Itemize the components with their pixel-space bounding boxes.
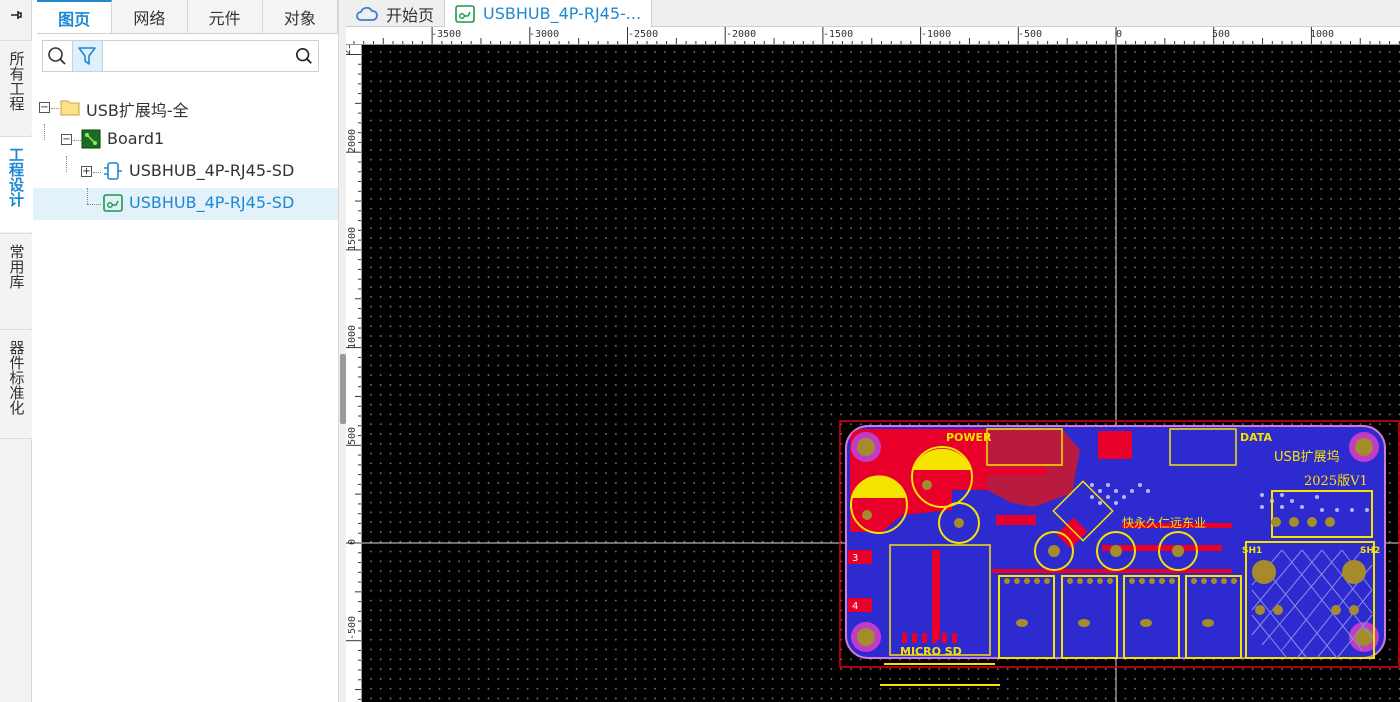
tab-components[interactable]: 元件 [188, 0, 263, 33]
ruler-label: -500 [347, 615, 358, 640]
document-tabs: 开始页 USBHUB_4P-RJ45-... [346, 0, 1400, 27]
collapse-icon[interactable]: − [61, 134, 72, 145]
ruler-label: -2000 [726, 29, 757, 40]
tab-pages[interactable]: 图页 [37, 0, 113, 33]
tab-start-page[interactable]: 开始页 [346, 0, 444, 27]
ruler-label: 500 [1212, 29, 1231, 40]
tab-label: 开始页 [386, 5, 435, 25]
silk-note: 快永久仁远东业 [1122, 516, 1206, 530]
tree-item-label: USBHUB_4P-RJ45-SD [129, 161, 295, 180]
pcb-icon [103, 194, 123, 212]
panel-tabs: 图页 网络 元件 对象 [37, 0, 338, 34]
search-icon [295, 47, 312, 64]
board-icon [81, 129, 101, 149]
ruler-label: 1500 [347, 226, 358, 251]
search-input[interactable] [102, 41, 290, 71]
rail-tab-common-library[interactable]: 常用库 [0, 233, 32, 328]
search-bar [42, 40, 319, 72]
silk-sh1-label: SH1 [1242, 546, 1262, 556]
expand-icon[interactable]: + [81, 166, 92, 177]
pad-4-label: 4 [852, 601, 858, 612]
rail-tab-label: 工程设计 [7, 147, 25, 207]
copper-pad [1098, 431, 1132, 459]
project-tree: − USB扩展坞-全 − Board1 + USBHUB_4P-RJ45-SD [33, 92, 338, 220]
ruler-label: 2000 [347, 128, 358, 153]
tab-nets[interactable]: 网络 [112, 0, 188, 33]
rail-tab-label: 器件标准化 [7, 340, 26, 415]
silk-power-label: POWER [946, 431, 992, 444]
ruler-label: -1000 [921, 29, 952, 40]
search-icon [48, 47, 67, 65]
ruler-label: -1500 [823, 29, 854, 40]
collapse-icon[interactable]: − [39, 102, 50, 113]
ruler-label: 1000 [1310, 29, 1335, 40]
rail-tab-label: 常用库 [7, 244, 26, 289]
tree-item-schematic[interactable]: + USBHUB_4P-RJ45-SD [33, 156, 338, 188]
ruler-label: -500 [1018, 29, 1043, 40]
ruler-label: -3000 [529, 29, 560, 40]
search-submit-button[interactable] [290, 41, 318, 71]
cloud-icon [356, 6, 378, 21]
ruler-label: 2500 [346, 45, 353, 55]
ruler-label: 1000 [347, 324, 358, 349]
tree-item-pcb[interactable]: USBHUB_4P-RJ45-SD [33, 188, 338, 220]
ruler-label: 0 [1116, 29, 1123, 40]
silk-title: USB扩展坞 [1274, 449, 1340, 465]
rail-tab-project-design[interactable]: 工程设计 [0, 136, 32, 232]
tab-pcb-document[interactable]: USBHUB_4P-RJ45-... [444, 0, 653, 27]
pcb-icon [455, 4, 475, 23]
filter-button[interactable] [72, 41, 103, 71]
ruler-label: 500 [347, 426, 358, 445]
panel-splitter[interactable] [338, 0, 346, 702]
project-panel: 图页 网络 元件 对象 − USB扩展坞-全 − Board1 + USBHUB… [33, 0, 338, 702]
copper-trace [996, 515, 1036, 525]
ruler-ticks [353, 27, 1400, 44]
vertical-ruler: 2500 2000 1500 1000 500 0 -500 [346, 45, 362, 702]
search-mode-button[interactable] [43, 41, 73, 71]
silk-version: 2025版V1 [1304, 474, 1368, 489]
ruler-label: 0 [347, 538, 358, 545]
copper-trace [966, 467, 1046, 475]
pcb-canvas[interactable]: POWER DATA USB扩展坞 2025版V1 快永久仁远东业 MICRO … [362, 45, 1400, 702]
pcb-board[interactable]: POWER DATA USB扩展坞 2025版V1 快永久仁远东业 MICRO … [845, 425, 1386, 659]
silk-sh2-label: SH2 [1360, 546, 1380, 556]
ruler-label: -2500 [628, 29, 659, 40]
pin-icon[interactable] [0, 0, 31, 30]
ruler-label: -3500 [431, 29, 462, 40]
rail-tab-all-projects[interactable]: 所有工程 [0, 40, 32, 135]
tree-item-label: USBHUB_4P-RJ45-SD [129, 193, 295, 212]
tree-item-project[interactable]: − USB扩展坞-全 [33, 92, 338, 124]
copper-trace [932, 550, 940, 640]
mounting-hole [851, 622, 881, 652]
pcb-drawing: POWER DATA USB扩展坞 2025版V1 快永久仁远东业 MICRO … [362, 45, 1400, 702]
horizontal-ruler: -3500 -3000 -2500 -2000 -1500 -1000 -500… [346, 27, 1400, 45]
folder-icon [60, 100, 80, 116]
schematic-icon [104, 162, 122, 180]
mounting-hole [851, 432, 881, 462]
tab-label: USBHUB_4P-RJ45-... [483, 4, 642, 23]
left-rail: 所有工程 工程设计 常用库 器件标准化 [0, 0, 32, 702]
filter-icon [78, 47, 97, 65]
tree-item-label: Board1 [107, 129, 165, 148]
rail-tab-device-standardization[interactable]: 器件标准化 [0, 329, 32, 439]
rail-tab-label: 所有工程 [7, 51, 26, 111]
silk-data-label: DATA [1240, 431, 1272, 444]
pad-3-label: 3 [852, 553, 858, 564]
tree-item-board[interactable]: − Board1 [33, 124, 338, 156]
tree-item-label: USB扩展坞-全 [86, 101, 189, 120]
silk-micro-sd-label: MICRO SD [900, 645, 962, 658]
tab-objects[interactable]: 对象 [263, 0, 338, 33]
mounting-hole [1349, 432, 1379, 462]
